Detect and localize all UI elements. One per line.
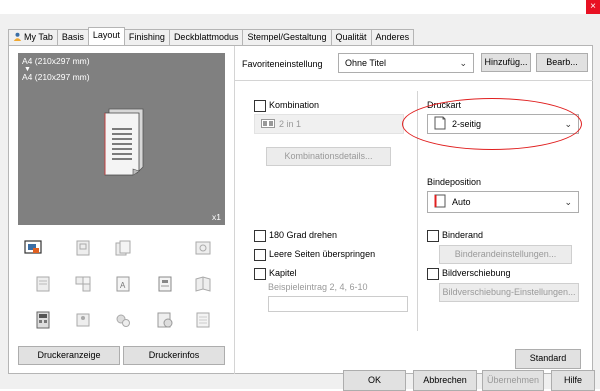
print-preview: A4 (210x297 mm) ▼ A4 (210x297 mm) x1 [18,53,225,225]
bildverschiebung-checkbox[interactable]: Bildverschiebung [427,268,511,280]
tab-basis[interactable]: Basis [56,29,89,45]
apply-button[interactable]: Übernehmen [482,370,544,391]
druckeranzeige-button[interactable]: Druckeranzeige [18,346,120,365]
chevron-down-icon: ⌄ [564,197,572,207]
favorites-label: Favoriteneinstellung [242,59,323,69]
bindeposition-select[interactable]: Auto ⌄ [427,191,579,213]
staple-icon [74,239,92,257]
output-size-text: A4 (210x297 mm) [22,72,90,82]
bindeposition-value: Auto [452,197,471,207]
cancel-button[interactable]: Abbrechen [413,370,477,391]
tab-strip: My Tab Basis Layout Finishing Deckblattm… [8,27,415,45]
copy-pages-icon [114,239,132,257]
standard-button[interactable]: Standard [515,349,581,369]
tab-label: My Tab [24,32,53,42]
calculator-icon [34,311,52,329]
punch-icon [194,239,212,257]
binderandeinstellungen-button[interactable]: Binderandeinstellungen... [439,245,572,264]
tab-qualitaet[interactable]: Qualität [330,29,372,45]
binderand-checkbox[interactable]: Binderand [427,230,483,242]
booklet-icon [194,275,212,293]
kombinationsdetails-button[interactable]: Kombinationsdetails... [266,147,391,166]
tab-anderes[interactable]: Anderes [370,29,415,45]
printer-function-icons: A [18,231,225,343]
chapter-checkbox[interactable]: Kapitel [254,268,297,280]
copies-count: x1 [212,212,221,222]
kombination-select[interactable]: 2 in 1 [254,114,404,134]
chapter-input[interactable] [268,296,408,312]
rotate-180-checkbox[interactable]: 180 Grad drehen [254,230,337,242]
title-bar: × [0,0,600,14]
original-size-text: A4 (210x297 mm) [22,56,90,66]
help-button[interactable]: Hilfe [551,370,595,391]
n-up-icon [261,116,275,128]
settings-page-icon [156,311,174,329]
tab-my-tab[interactable]: My Tab [8,29,58,45]
tab-stempel-gestaltung[interactable]: Stempel/Gestaltung [242,29,332,45]
druckerinfos-button[interactable]: Druckerinfos [123,346,225,365]
single-page-icon [34,275,52,293]
header-divider [235,80,593,81]
add-favorite-button[interactable]: Hinzufüg... [481,53,531,72]
layout-panel: A4 (210x297 mm) ▼ A4 (210x297 mm) x1 A D… [8,45,593,374]
favorites-value: Ohne Titel [345,58,387,68]
binding-left-icon [434,194,446,208]
duplex-page-illustration [101,107,147,179]
document-icon [156,275,174,293]
panel-divider [234,46,235,374]
chevron-down-icon: ⌄ [459,58,467,68]
tab-finishing[interactable]: Finishing [123,29,170,45]
chapter-hint: Beispieleintrag 2, 4, 6-10 [268,282,368,292]
kombination-value: 2 in 1 [279,119,302,129]
text-page-icon: A [114,275,132,293]
kombination-checkbox[interactable]: Kombination [254,100,319,112]
cog-cluster-icon [114,311,132,329]
skip-blank-pages-checkbox[interactable]: Leere Seiten überspringen [254,249,375,261]
user-icon [13,31,22,41]
edit-favorite-button[interactable]: Bearb... [536,53,588,72]
printer-properties-dialog: My Tab Basis Layout Finishing Deckblattm… [0,14,600,391]
bildverschiebung-einstellungen-button[interactable]: Bildverschiebung-Einstellungen... [439,283,579,302]
tab-deckblattmodus[interactable]: Deckblattmodus [168,29,244,45]
highlight-ring [402,98,582,150]
user-box-icon [74,311,92,329]
favorites-select[interactable]: Ohne Titel ⌄ [338,53,474,73]
printer-screen-icon[interactable] [24,239,42,257]
svg-text:A: A [120,281,126,290]
ok-button[interactable]: OK [343,370,406,391]
list-page-icon [194,311,212,329]
multi-page-icon [74,275,92,293]
tab-layout[interactable]: Layout [87,27,125,45]
close-window-button[interactable]: × [586,0,600,14]
bindeposition-label: Bindeposition [427,177,482,187]
